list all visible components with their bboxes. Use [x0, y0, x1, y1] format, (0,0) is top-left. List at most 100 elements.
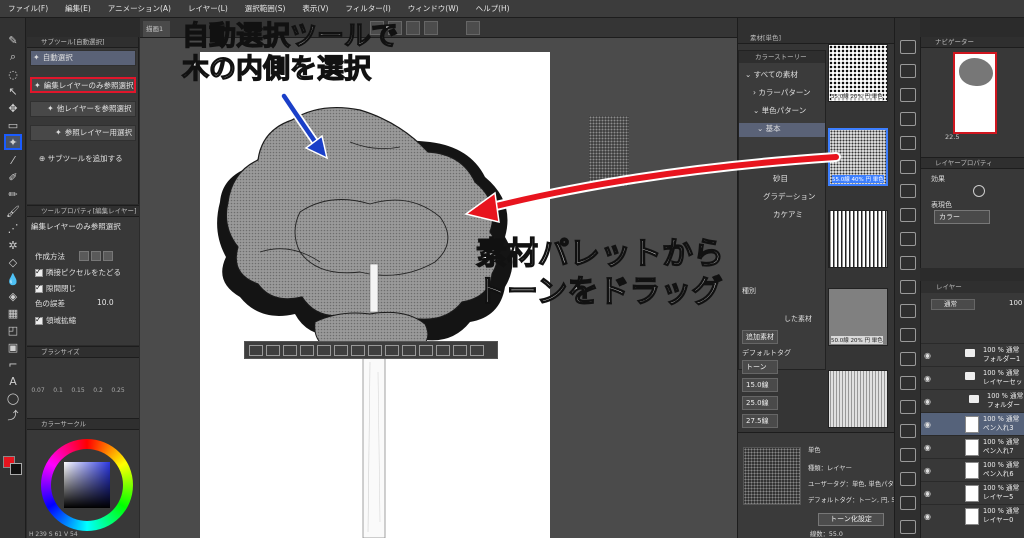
clear-icon[interactable] — [351, 344, 365, 356]
add-material-button[interactable]: 追加素材 — [742, 330, 778, 344]
line-count-tag[interactable]: 25.0線 — [742, 396, 778, 410]
panel-toggle-icon[interactable] — [900, 112, 916, 126]
menu-animation[interactable]: アニメーション(A) — [108, 3, 171, 14]
panel-toggle-icon[interactable] — [900, 424, 916, 438]
tree-item-color-pattern[interactable]: › カラーパターン — [753, 87, 810, 98]
line-count-tag[interactable]: 15.0線 — [742, 378, 778, 392]
move-tool-icon[interactable]: ✥ — [4, 100, 22, 116]
material-tab[interactable]: 素材[単色] — [750, 32, 781, 42]
eye-icon[interactable]: ◉ — [924, 512, 931, 521]
expand-area-option[interactable]: 領域拡縮 — [35, 315, 76, 326]
material-swatch[interactable] — [828, 370, 888, 428]
tone-settings-button[interactable]: トーン化設定 — [818, 513, 884, 526]
create-method-sub-button[interactable] — [103, 251, 113, 261]
brush-size-option[interactable]: 0.1 — [51, 387, 65, 394]
navigator-preview[interactable] — [953, 52, 997, 134]
rotate-tool-icon[interactable]: ◌ — [4, 66, 22, 82]
eyedropper-tool-icon[interactable]: ⁄ — [4, 152, 22, 168]
panel-toggle-icon[interactable] — [900, 280, 916, 294]
gradient-tool-icon[interactable]: ▦ — [4, 305, 22, 321]
fill-tool-icon[interactable]: ◈ — [4, 288, 22, 304]
menu-layer[interactable]: レイヤー(L) — [188, 3, 228, 14]
material-swatch-selected[interactable]: 55.0線 40% 円 単色 — [828, 128, 888, 186]
panel-toggle-icon[interactable] — [900, 400, 916, 414]
layer-row[interactable]: ◉ 100 % 通常 フォルダー — [921, 389, 1024, 412]
follow-adjacent-checkbox[interactable] — [35, 267, 43, 277]
settings-icon[interactable] — [470, 344, 484, 356]
fill-icon[interactable] — [402, 344, 416, 356]
pen-tool-icon[interactable]: ✎ — [4, 32, 22, 48]
figure-tool-icon[interactable]: ◰ — [4, 322, 22, 338]
eye-icon[interactable]: ◉ — [924, 489, 931, 498]
effect-toggle-icon[interactable] — [973, 185, 985, 197]
canvas-toolbar-button[interactable] — [424, 21, 438, 35]
panel-toggle-icon[interactable] — [900, 472, 916, 486]
brush-size-option[interactable]: 0.2 — [91, 387, 105, 394]
panel-toggle-icon[interactable] — [900, 256, 916, 270]
eye-icon[interactable]: ◉ — [924, 397, 931, 406]
material-swatch[interactable] — [828, 210, 888, 268]
eye-icon[interactable]: ◉ — [924, 443, 931, 452]
sub-color-swatch[interactable] — [10, 463, 22, 475]
tree-item-kakeami[interactable]: カケアミ — [773, 209, 803, 220]
panel-toggle-icon[interactable] — [900, 160, 916, 174]
new-tone-icon[interactable] — [419, 344, 433, 356]
brush-size-option[interactable]: 0.15 — [71, 387, 85, 394]
blend-tool-icon[interactable]: 💧 — [4, 271, 22, 287]
expression-color-select[interactable]: カラー — [934, 210, 990, 224]
panel-toggle-icon[interactable] — [900, 232, 916, 246]
panel-toggle-icon[interactable] — [900, 352, 916, 366]
eye-icon[interactable]: ◉ — [924, 466, 931, 475]
menu-window[interactable]: ウィンドウ(W) — [408, 3, 459, 14]
expand-area-checkbox[interactable] — [35, 315, 43, 325]
panel-toggle-icon[interactable] — [900, 40, 916, 54]
panel-toggle-icon[interactable] — [900, 184, 916, 198]
auto-select-tool-icon[interactable]: ✦ — [4, 134, 22, 150]
transform-icon[interactable] — [317, 344, 331, 356]
panel-toggle-icon[interactable] — [900, 304, 916, 318]
tree-item-lines[interactable]: 万線 — [773, 155, 788, 166]
selection-tool-icon[interactable]: ▭ — [4, 117, 22, 133]
deselect-icon[interactable] — [249, 344, 263, 356]
brush-tool-icon[interactable]: 🖌 — [4, 203, 22, 219]
create-method-add-button[interactable] — [91, 251, 101, 261]
layer-opacity[interactable]: 100 — [1009, 299, 1022, 307]
color-tolerance-value[interactable]: 10.0 — [97, 298, 114, 307]
tone-tag[interactable]: トーン — [742, 360, 778, 374]
navigator-zoom[interactable]: 22.5 — [945, 133, 959, 141]
close-gaps-checkbox[interactable] — [35, 283, 43, 293]
pencil-tool-icon[interactable]: ✏ — [4, 186, 22, 202]
mask-icon[interactable] — [453, 344, 467, 356]
line-count-tag[interactable]: 27.5線 — [742, 414, 778, 428]
expand-selection-icon[interactable] — [283, 344, 297, 356]
saturation-value-square[interactable] — [64, 462, 110, 508]
shrink-selection-icon[interactable] — [300, 344, 314, 356]
close-gaps-option[interactable]: 隙間閉じ — [35, 283, 76, 294]
invert-selection-icon[interactable] — [266, 344, 280, 356]
tree-item-mono-pattern[interactable]: ⌄ 単色パターン — [753, 105, 806, 116]
follow-adjacent-option[interactable]: 隣接ピクセルをたどる — [35, 267, 121, 278]
decoration-tool-icon[interactable]: ✲ — [4, 237, 22, 253]
eye-icon[interactable]: ◉ — [924, 351, 931, 360]
subtool-other-layer[interactable]: ✦ 他レイヤーを参照選択 — [30, 101, 136, 117]
tree-item-sand[interactable]: 砂目 — [773, 173, 788, 184]
tree-item-basic[interactable]: ⌄ 基本 — [739, 123, 825, 137]
layer-row[interactable]: ◉ 100 % 通常 フォルダー1 — [921, 343, 1024, 366]
crop-icon[interactable] — [368, 344, 382, 356]
copy-paste-icon[interactable] — [385, 344, 399, 356]
menu-file[interactable]: ファイル(F) — [8, 3, 48, 14]
panel-toggle-icon[interactable] — [900, 520, 916, 534]
operation-tool-icon[interactable]: ↖ — [4, 83, 22, 99]
zoom-tool-icon[interactable]: ⌕ — [4, 49, 22, 65]
menu-help[interactable]: ヘルプ(H) — [476, 3, 510, 14]
blend-mode-select[interactable]: 通常 — [931, 299, 975, 310]
text-tool-icon[interactable]: A — [4, 373, 22, 389]
panel-toggle-icon[interactable] — [900, 136, 916, 150]
menu-filter[interactable]: フィルター(I) — [345, 3, 390, 14]
subtool-reference-layer[interactable]: ✦ 参照レイヤー用選択 — [30, 125, 136, 141]
layer-row[interactable]: ◉ 100 % 通常 ペン入れ6 — [921, 458, 1024, 481]
panel-toggle-icon[interactable] — [900, 448, 916, 462]
panel-toggle-icon[interactable] — [900, 88, 916, 102]
screentone-icon[interactable] — [436, 344, 450, 356]
panel-toggle-icon[interactable] — [900, 496, 916, 510]
